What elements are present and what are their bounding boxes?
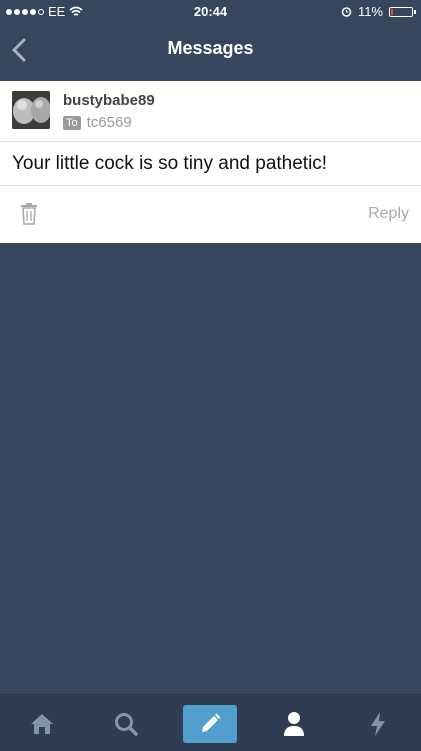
- reply-button[interactable]: Reply: [368, 205, 409, 223]
- battery-tip: [414, 9, 416, 14]
- tab-account[interactable]: [267, 705, 321, 743]
- tab-bar: [0, 694, 421, 751]
- compose-icon: [202, 713, 221, 732]
- battery-level: [391, 8, 393, 15]
- tab-home[interactable]: [15, 705, 69, 743]
- activity-icon: [371, 712, 385, 736]
- trash-icon: [21, 203, 37, 225]
- tab-compose[interactable]: [183, 705, 237, 743]
- message-header: bustybabe89 To tc6569: [0, 81, 421, 142]
- nav-bar: Messages: [0, 22, 421, 80]
- battery-percent: 11%: [357, 4, 383, 19]
- battery-icon: [389, 6, 416, 17]
- status-right: 11%: [341, 4, 416, 19]
- sender-name[interactable]: bustybabe89: [63, 92, 155, 109]
- message-card: bustybabe89 To tc6569 Your little cock i…: [0, 81, 421, 243]
- avatar-image: [12, 91, 50, 129]
- message-body: Your little cock is so tiny and pathetic…: [12, 153, 328, 174]
- recipient-line: To tc6569: [63, 114, 132, 131]
- status-bar: EE 20:44 11%: [0, 0, 421, 22]
- message-footer: Reply: [0, 185, 421, 244]
- to-badge: To: [63, 115, 81, 130]
- delete-button[interactable]: [20, 203, 38, 225]
- tab-activity[interactable]: [351, 705, 405, 743]
- account-icon: [284, 712, 304, 736]
- avatar[interactable]: [12, 91, 50, 129]
- tab-search[interactable]: [99, 705, 153, 743]
- alarm-icon: [341, 7, 352, 17]
- home-icon: [31, 714, 53, 734]
- search-icon: [115, 713, 138, 736]
- page-title: Messages: [167, 38, 254, 58]
- recipient-name[interactable]: tc6569: [87, 114, 132, 131]
